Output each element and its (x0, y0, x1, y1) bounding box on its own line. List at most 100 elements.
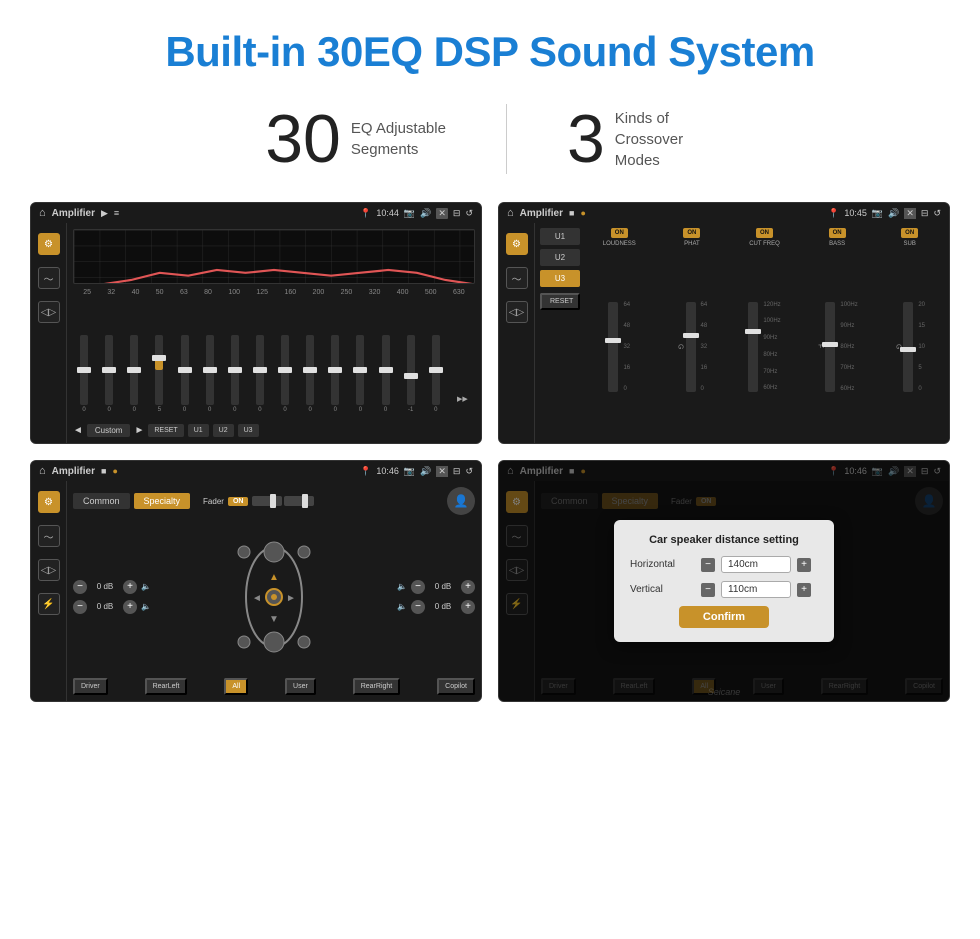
dialog-vertical-plus[interactable]: + (797, 583, 811, 597)
stats-row: 30 EQ AdjustableSegments 3 Kinds ofCross… (0, 94, 980, 202)
sidebar-eq-icon-2[interactable]: ⚙ (506, 233, 528, 255)
sidebar-eq-icon[interactable]: ⚙ (38, 233, 60, 255)
sidebar-vol-icon-3[interactable]: ◁▷ (38, 559, 60, 581)
stat-eq-label: EQ AdjustableSegments (351, 118, 446, 160)
eq-next-btn[interactable]: ► (134, 425, 144, 436)
eq-slider-8[interactable]: 0 (281, 335, 289, 413)
driver-btn-3[interactable]: Driver (73, 678, 108, 695)
sidebar-wave-icon-3[interactable]: 〜 (38, 525, 60, 547)
car-diagram-center: ▲ ▼ ◄ ► (157, 520, 391, 673)
fader-slider-1[interactable] (252, 496, 282, 506)
eq-slider-2[interactable]: 0 (130, 335, 138, 413)
user-btn-3[interactable]: User (285, 678, 316, 695)
eq-slider-0[interactable]: 0 (80, 335, 88, 413)
screen-equalizer: ⌂ Amplifier ▶ ≡ 📍 10:44 📷 🔊 ✕ ⊟ ↺ ⚙ 〜 ◁▷ (30, 202, 482, 444)
stat-eq: 30 EQ AdjustableSegments (205, 105, 506, 173)
eq-slider-13[interactable]: -1 (407, 335, 415, 413)
copilot-btn-3[interactable]: Copilot (437, 678, 475, 695)
eq-reset-btn[interactable]: RESET (148, 424, 183, 437)
eq-slider-12[interactable]: 0 (382, 335, 390, 413)
window-icon-3: ⊟ (453, 466, 461, 477)
sidebar-eq-icon-3[interactable]: ⚙ (38, 491, 60, 513)
vol-plus-rr[interactable]: + (461, 600, 475, 614)
eq-slider-5[interactable]: 0 (206, 335, 214, 413)
sidebar-vol-icon[interactable]: ◁▷ (38, 301, 60, 323)
eq-u2-btn[interactable]: U2 (213, 424, 234, 437)
dsp-loudness-label: LOUDNESS (603, 241, 636, 247)
vol-minus-fr[interactable]: − (411, 580, 425, 594)
back-icon-3[interactable]: ↺ (465, 466, 473, 477)
sidebar-vol-icon-2[interactable]: ◁▷ (506, 301, 528, 323)
home-icon-3[interactable]: ⌂ (39, 465, 46, 477)
dsp-sub-slider[interactable] (903, 302, 913, 392)
confirm-button[interactable]: Confirm (679, 606, 769, 628)
close-icon-2[interactable]: ✕ (904, 208, 916, 219)
dsp-loudness-on[interactable]: ON (611, 228, 628, 238)
all-btn-3[interactable]: All (224, 678, 248, 695)
dsp-phat-on[interactable]: ON (683, 228, 700, 238)
dsp-cutfreq-on[interactable]: ON (756, 228, 773, 238)
screen-dsp: ⌂ Amplifier ■ ● 📍 10:45 📷 🔊 ✕ ⊟ ↺ ⚙ 〜 ◁▷ (498, 202, 950, 444)
home-icon-1[interactable]: ⌂ (39, 207, 46, 219)
fader-sliders[interactable] (252, 496, 314, 506)
freq-200: 200 (313, 289, 325, 296)
vol-val-rl: 0 dB (91, 602, 119, 611)
eq-slider-3[interactable]: 5 (155, 335, 163, 413)
tab-common-3[interactable]: Common (73, 493, 130, 509)
back-icon-2[interactable]: ↺ (933, 208, 941, 219)
fader-on[interactable]: ON (228, 497, 249, 506)
eq-prev-btn[interactable]: ◄ (73, 425, 83, 436)
home-icon-2[interactable]: ⌂ (507, 207, 514, 219)
location-icon-1: 📍 (360, 208, 371, 219)
dialog-row-horizontal: Horizontal − 140cm + (630, 556, 818, 573)
eq-slider-4[interactable]: 0 (181, 335, 189, 413)
dsp-cutfreq-slider[interactable] (748, 302, 758, 392)
screen1-time: 10:44 (376, 208, 399, 218)
eq-slider-7[interactable]: 0 (256, 335, 264, 413)
eq-u3-btn[interactable]: U3 (238, 424, 259, 437)
close-icon-3[interactable]: ✕ (436, 466, 448, 477)
eq-slider-9[interactable]: 0 (306, 335, 314, 413)
vol-minus-rl[interactable]: − (73, 600, 87, 614)
dsp-phat: ON PHAT G 64 48 32 16 (658, 228, 727, 438)
dsp-cutfreq: ON CUT FREQ 120Hz 100Hz 90Hz 80Hz (730, 228, 799, 438)
vol-minus-fl[interactable]: − (73, 580, 87, 594)
eq-slider-6[interactable]: 0 (231, 335, 239, 413)
rearright-btn-3[interactable]: RearRight (353, 678, 401, 695)
dsp-u2-btn[interactable]: U2 (540, 249, 580, 266)
dsp-sub-on[interactable]: ON (901, 228, 918, 238)
dsp-bass-slider[interactable] (825, 302, 835, 392)
vol-plus-fl[interactable]: + (123, 580, 137, 594)
vol-minus-rr[interactable]: − (411, 600, 425, 614)
rearleft-btn-3[interactable]: RearLeft (145, 678, 188, 695)
eq-slider-11[interactable]: 0 (356, 335, 364, 413)
screen3-time: 10:46 (376, 466, 399, 476)
eq-slider-10[interactable]: 0 (331, 335, 339, 413)
dsp-phat-slider[interactable] (686, 302, 696, 392)
vol-plus-fr[interactable]: + (461, 580, 475, 594)
dialog-horizontal-minus[interactable]: − (701, 558, 715, 572)
eq-u1-btn[interactable]: U1 (188, 424, 209, 437)
sidebar-wave-icon[interactable]: 〜 (38, 267, 60, 289)
dsp-sub-labels: 20 15 10 5 0 (918, 302, 925, 392)
vol-val-fr: 0 dB (429, 582, 457, 591)
dialog-vertical-minus[interactable]: − (701, 583, 715, 597)
sidebar-bt-icon-3[interactable]: ⚡ (38, 593, 60, 615)
fader-slider-2[interactable] (284, 496, 314, 506)
eq-slider-14[interactable]: 0 (432, 335, 440, 413)
dsp-reset-btn[interactable]: RESET (540, 293, 580, 310)
dsp-u1-btn[interactable]: U1 (540, 228, 580, 245)
sidebar-wave-icon-2[interactable]: 〜 (506, 267, 528, 289)
tab-specialty-3[interactable]: Specialty (134, 493, 191, 509)
dsp-bass-on[interactable]: ON (829, 228, 846, 238)
dsp-u3-btn[interactable]: U3 (540, 270, 580, 287)
freq-160: 160 (284, 289, 296, 296)
user-icon-3[interactable]: 👤 (447, 487, 475, 515)
dsp-channels: ON LOUDNESS 64 48 32 16 0 (585, 228, 944, 438)
eq-slider-1[interactable]: 0 (105, 335, 113, 413)
dialog-horizontal-plus[interactable]: + (797, 558, 811, 572)
back-icon-1[interactable]: ↺ (465, 208, 473, 219)
dsp-loudness-slider[interactable] (608, 302, 618, 392)
close-icon-1[interactable]: ✕ (436, 208, 448, 219)
vol-plus-rl[interactable]: + (123, 600, 137, 614)
